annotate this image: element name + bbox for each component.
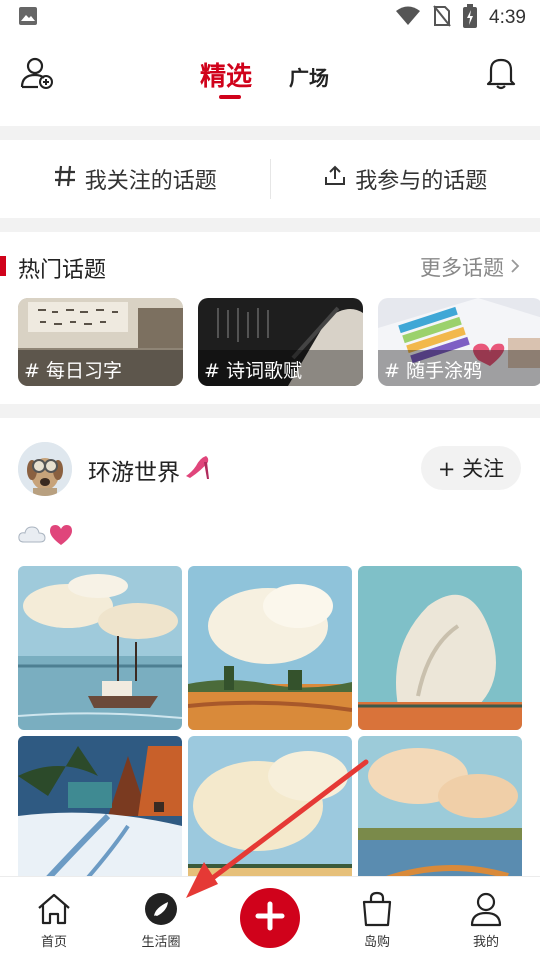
section-divider — [0, 218, 540, 232]
chevron-right-icon — [510, 255, 520, 279]
add-user-icon[interactable] — [20, 56, 54, 90]
hot-topic-card-calligraphy[interactable]: # 每日习字 — [18, 298, 183, 386]
hot-topic-label: # 随手涂鸦 — [378, 350, 540, 386]
more-topics-link[interactable]: 更多话题 — [420, 252, 520, 282]
battery-charging-icon — [463, 4, 478, 32]
post-photo[interactable] — [358, 566, 522, 730]
section-divider — [0, 126, 540, 140]
high-heel-emoji-icon — [182, 452, 212, 488]
section-divider — [0, 404, 540, 418]
avatar[interactable] — [18, 442, 72, 496]
hashtag-icon — [53, 164, 77, 194]
tab-featured[interactable]: 精选 — [200, 56, 252, 93]
nav-mine[interactable]: 我的 — [436, 877, 536, 960]
followed-topics-button[interactable]: 我关注的话题 — [0, 163, 270, 195]
cloud-emoji-icon — [18, 524, 46, 550]
upload-icon — [323, 164, 347, 194]
hot-topics-title: 热门话题 — [18, 258, 107, 283]
hot-topic-label: # 每日习字 — [18, 350, 183, 386]
more-topics-label: 更多话题 — [420, 256, 504, 280]
home-icon — [34, 889, 74, 929]
compass-icon — [141, 889, 181, 929]
nav-home-label: 首页 — [40, 935, 67, 950]
person-icon — [466, 889, 506, 929]
bell-icon[interactable] — [486, 56, 516, 90]
hot-topics-carousel: # 每日习字 # 诗词歌赋 # 随手涂鸦 — [18, 298, 540, 386]
nav-mine-label: 我的 — [472, 935, 499, 950]
hot-topics-header: 热门话题 更多话题 — [0, 244, 540, 288]
nav-home[interactable]: 首页 — [4, 877, 104, 960]
status-bar: 4:39 — [0, 0, 540, 36]
top-nav: 精选 广场 — [0, 36, 540, 126]
active-tab-indicator — [219, 95, 241, 99]
hot-topic-card-poetry[interactable]: # 诗词歌赋 — [198, 298, 363, 386]
status-time: 4:39 — [489, 7, 526, 28]
create-post-button[interactable] — [240, 888, 300, 948]
post-caption-emoji — [18, 522, 74, 552]
hot-topic-card-doodle[interactable]: # 随手涂鸦 — [378, 298, 540, 386]
participated-topics-label: 我参与的话题 — [355, 169, 488, 194]
heart-emoji-icon — [48, 523, 74, 551]
nav-life-circle-label: 生活圈 — [141, 935, 181, 950]
follow-label: + 关注 — [437, 457, 505, 481]
nav-life-circle[interactable]: 生活圈 — [111, 877, 211, 960]
nav-island-shop-label: 岛购 — [363, 935, 390, 950]
post-photo[interactable] — [188, 566, 352, 730]
no-sim-icon — [433, 5, 451, 31]
post-author[interactable]: 环游世界 — [88, 452, 212, 488]
my-topics-row: 我关注的话题 我参与的话题 — [0, 140, 540, 218]
followed-topics-label: 我关注的话题 — [84, 169, 217, 194]
follow-button[interactable]: + 关注 — [421, 446, 521, 490]
image-notification-icon — [18, 6, 38, 30]
section-accent-bar — [0, 256, 6, 276]
nav-island-shop[interactable]: 岛购 — [327, 877, 427, 960]
hot-topic-label: # 诗词歌赋 — [198, 350, 363, 386]
post-photo[interactable] — [18, 566, 182, 730]
participated-topics-button[interactable]: 我参与的话题 — [271, 163, 540, 195]
shopping-bag-icon — [357, 889, 397, 929]
tab-square[interactable]: 广场 — [289, 62, 329, 91]
author-name: 环游世界 — [88, 460, 180, 486]
plus-icon — [255, 901, 285, 935]
wifi-icon — [395, 6, 421, 30]
